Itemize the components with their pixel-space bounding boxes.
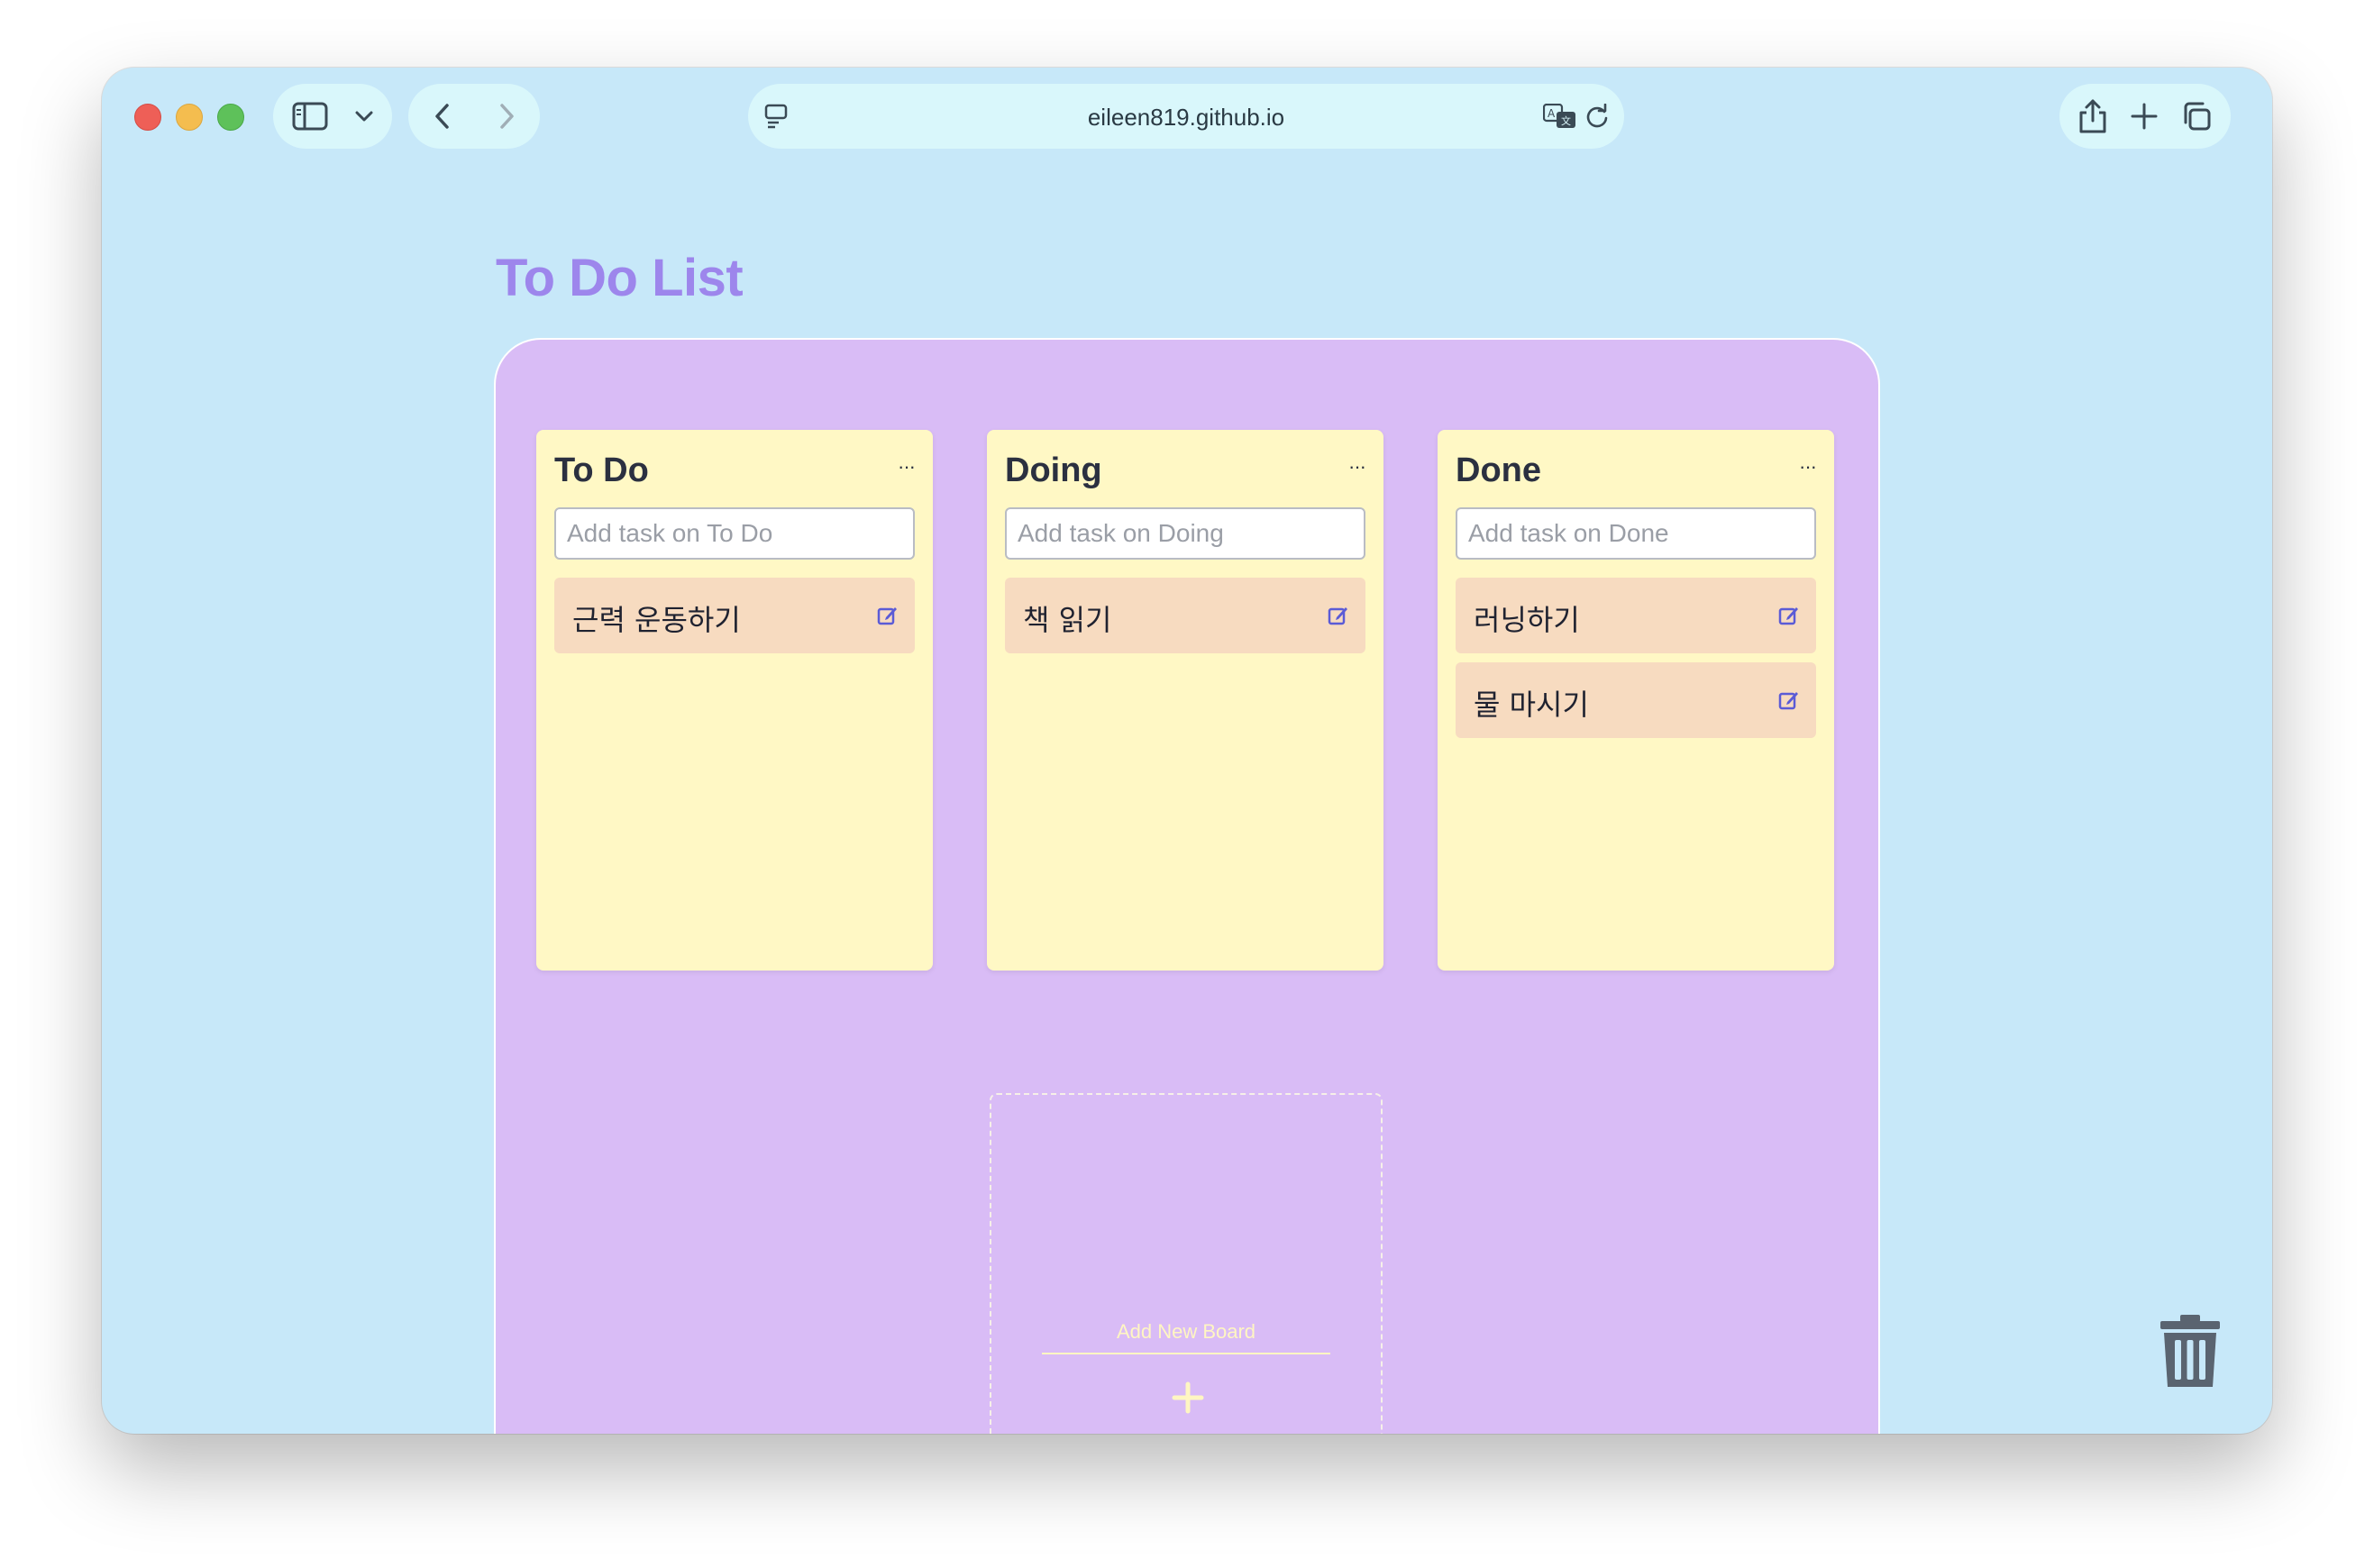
- edit-icon[interactable]: [1778, 689, 1800, 716]
- svg-text:A: A: [1548, 107, 1556, 120]
- add-new-board-label[interactable]: Add New Board: [1042, 1320, 1330, 1354]
- reload-icon[interactable]: [1584, 104, 1610, 129]
- tab-overview-icon[interactable]: [2181, 101, 2212, 132]
- page-title: To Do List: [496, 249, 744, 307]
- chevron-down-icon[interactable]: [354, 110, 374, 123]
- minimize-window-button[interactable]: [176, 104, 203, 131]
- sidebar-controls: [273, 84, 392, 149]
- task-label: 근력 운동하기: [572, 603, 741, 637]
- trash-icon[interactable]: [2159, 1315, 2222, 1391]
- board-title: Doing: [1005, 451, 1102, 489]
- translate-icon[interactable]: A文: [1543, 104, 1577, 129]
- task-label: 물 마시기: [1474, 688, 1589, 722]
- navigation-controls: [408, 84, 540, 149]
- svg-text:文: 文: [1561, 114, 1571, 127]
- task-label: 책 읽기: [1023, 603, 1112, 637]
- browser-window: eileen819.github.io A文 To Do List To Do …: [102, 68, 2272, 1434]
- add-task-input[interactable]: [1005, 507, 1365, 560]
- board-menu-button[interactable]: ···: [1799, 455, 1817, 479]
- url-text: eileen819.github.io: [1087, 104, 1285, 131]
- toolbar-actions: [2059, 84, 2231, 149]
- share-icon[interactable]: [2078, 98, 2107, 134]
- board-done: Done ··· 러닝하기 물 마시기: [1438, 430, 1834, 971]
- board-todo: To Do ··· 근력 운동하기: [536, 430, 933, 971]
- task-card[interactable]: 러닝하기: [1456, 578, 1816, 653]
- board-area: To Do ··· 근력 운동하기 Doing ··· 책 읽기: [496, 340, 1878, 1434]
- forward-arrow-icon[interactable]: [499, 103, 516, 130]
- zoom-window-button[interactable]: [217, 104, 244, 131]
- board-menu-button[interactable]: ···: [898, 455, 916, 479]
- close-window-button[interactable]: [134, 104, 161, 131]
- board-title: To Do: [554, 451, 649, 489]
- edit-icon[interactable]: [1328, 605, 1349, 631]
- new-tab-plus-icon[interactable]: [2131, 103, 2158, 130]
- task-card[interactable]: 책 읽기: [1005, 578, 1365, 653]
- task-label: 러닝하기: [1474, 603, 1580, 637]
- board-doing: Doing ··· 책 읽기: [987, 430, 1383, 971]
- board-title: Done: [1456, 451, 1541, 489]
- sidebar-toggle-icon[interactable]: [292, 102, 328, 131]
- back-arrow-icon[interactable]: [434, 103, 450, 130]
- add-new-board-form: Add New Board: [990, 1093, 1383, 1434]
- task-card[interactable]: 근력 운동하기: [554, 578, 915, 653]
- address-bar[interactable]: eileen819.github.io A文: [748, 84, 1624, 149]
- add-task-input[interactable]: [554, 507, 915, 560]
- board-menu-button[interactable]: ···: [1348, 455, 1366, 479]
- edit-icon[interactable]: [1778, 605, 1800, 631]
- edit-icon[interactable]: [877, 605, 899, 631]
- task-card[interactable]: 물 마시기: [1456, 662, 1816, 738]
- add-task-input[interactable]: [1456, 507, 1816, 560]
- plus-icon[interactable]: [1172, 1381, 1204, 1418]
